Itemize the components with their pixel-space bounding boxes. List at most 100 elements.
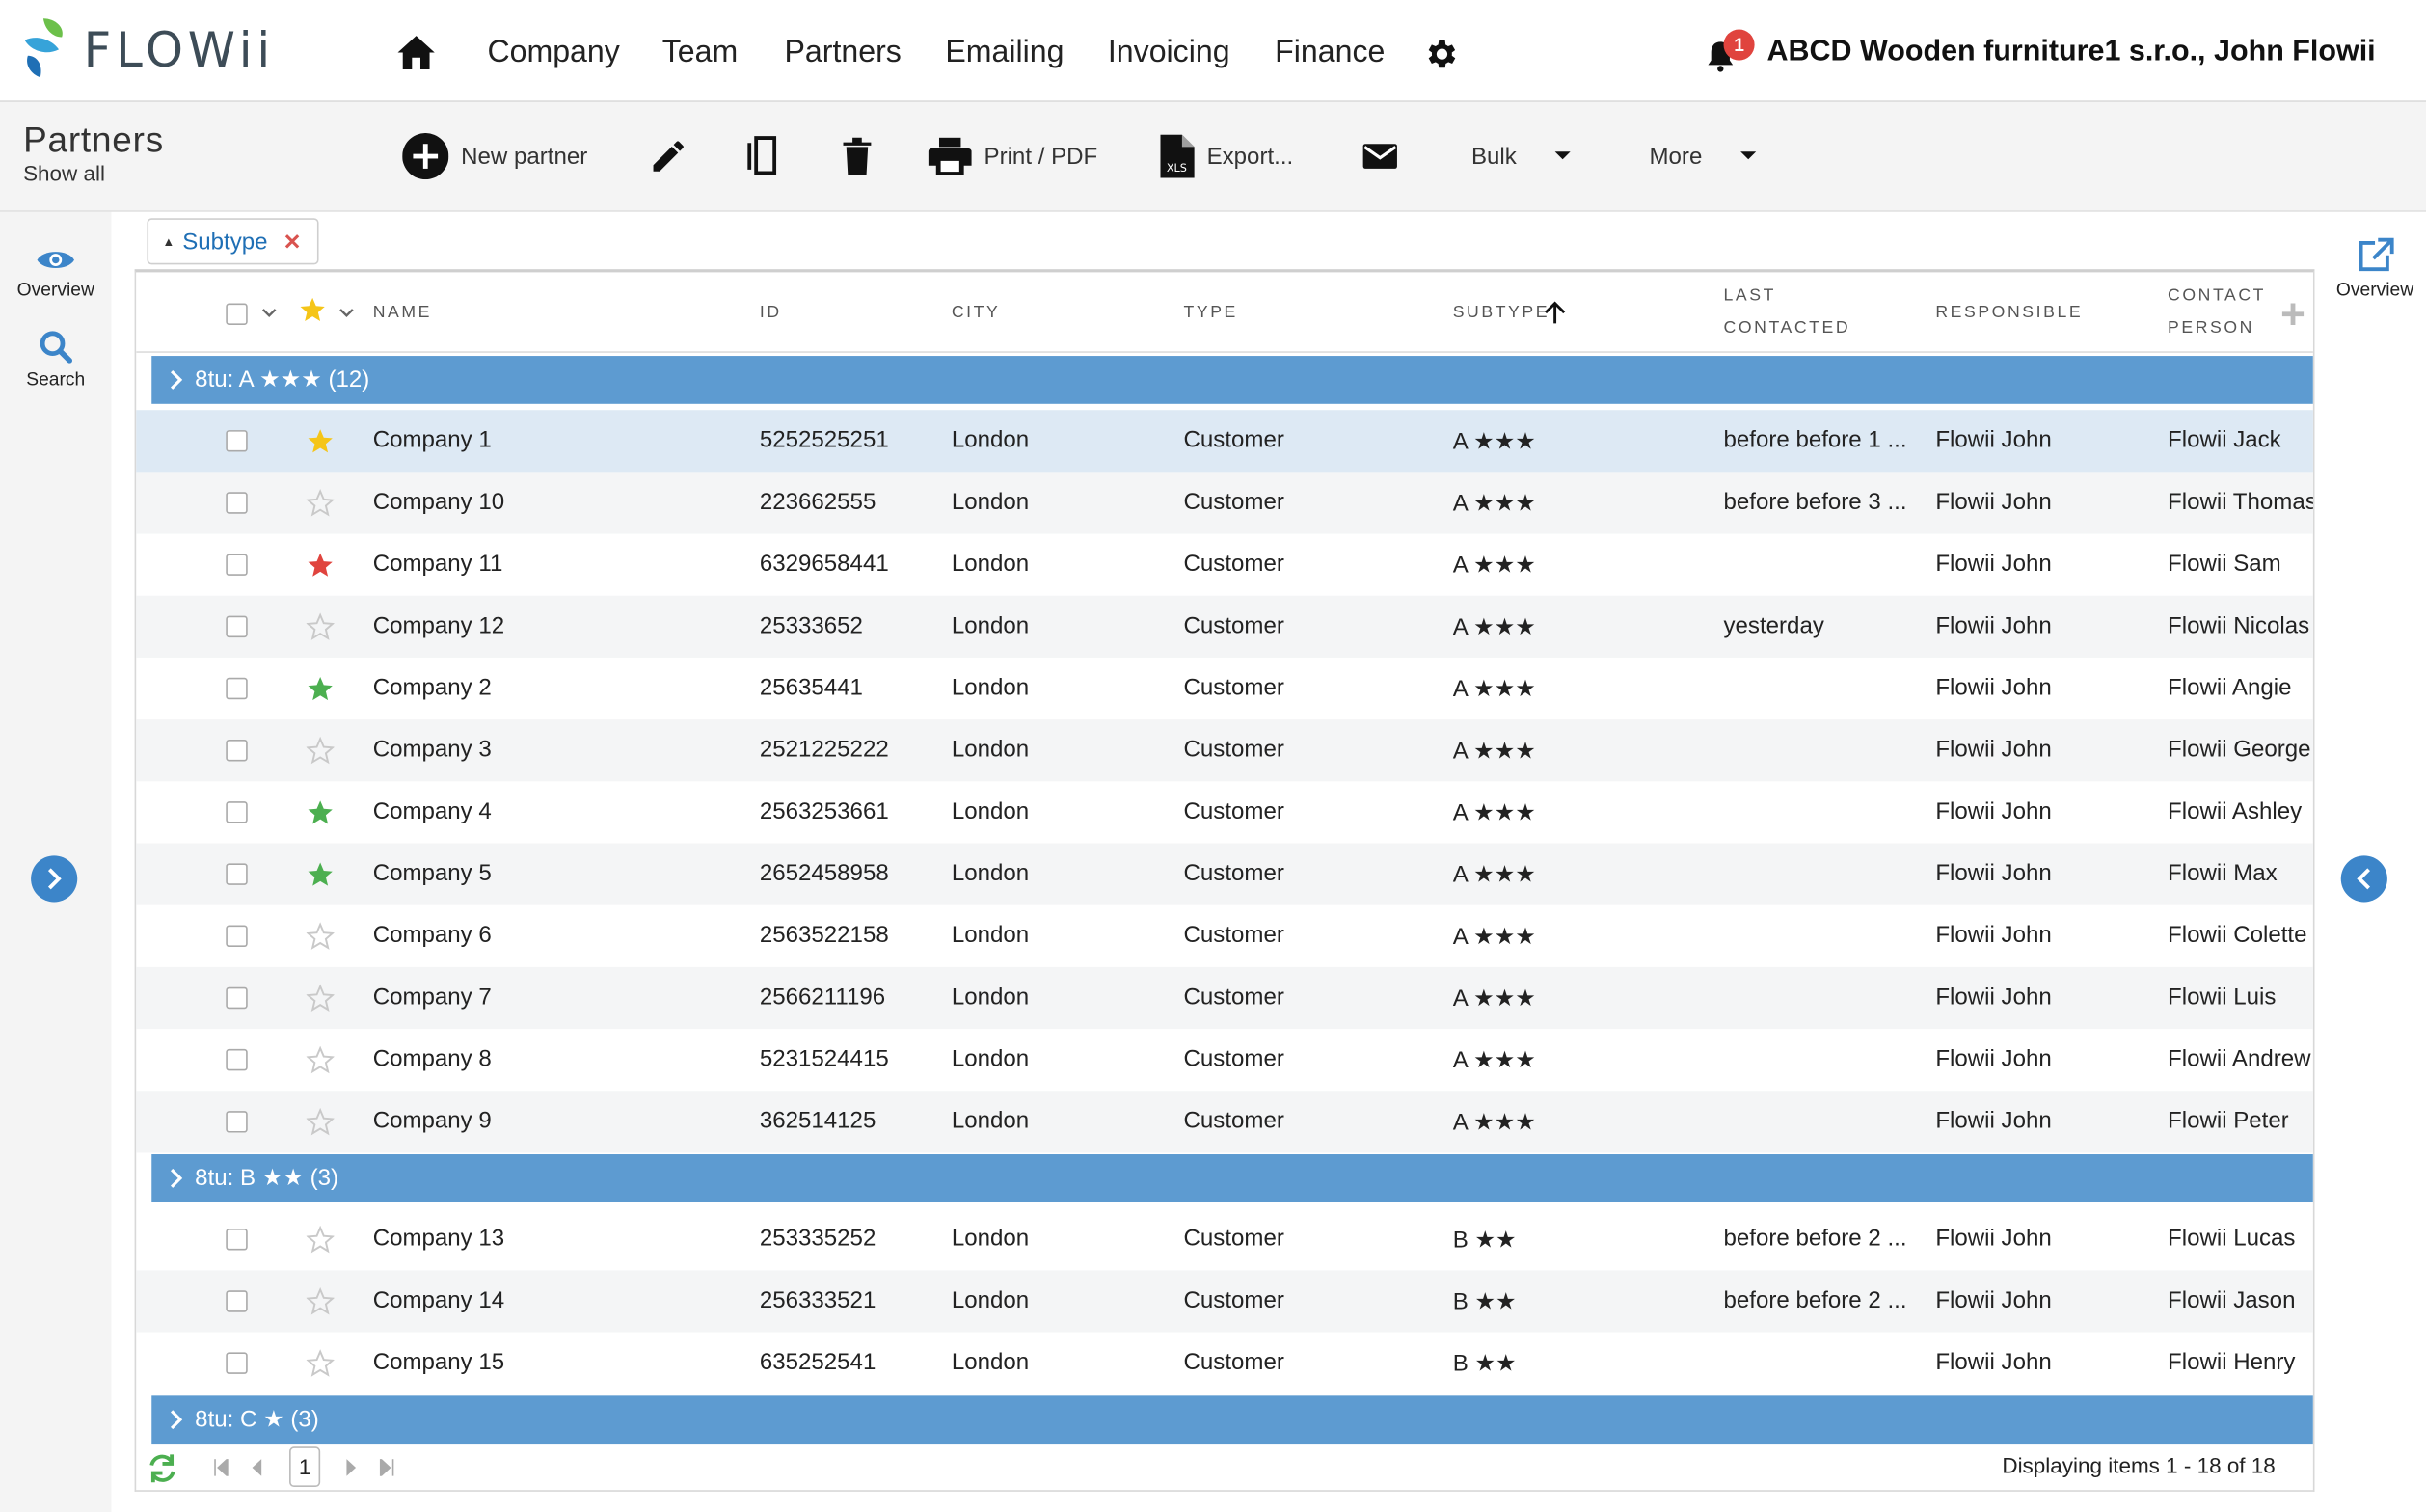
col-name[interactable]: NAME <box>373 304 432 322</box>
nav-invoicing[interactable]: Invoicing <box>1108 36 1230 71</box>
table-row[interactable]: Company 2 25635441 London Customer A ★★★ Flow… <box>136 658 2313 719</box>
col-contact-person-line2[interactable]: PERSON <box>2168 319 2254 338</box>
group-header[interactable]: 8tu: C ★ (3) <box>151 1395 2313 1444</box>
star-outline-icon[interactable] <box>306 922 335 950</box>
table-row[interactable]: Company 14 256333521 London Customer B ★★ bef… <box>136 1270 2313 1333</box>
page-subtitle[interactable]: Show all <box>23 161 105 186</box>
row-checkbox[interactable] <box>226 1228 248 1251</box>
chevron-down-icon[interactable] <box>338 308 354 318</box>
table-row[interactable]: Company 11 6329658441 London Customer A ★★★ F… <box>136 534 2313 596</box>
group-by-chip[interactable]: ▲ Subtype ✕ <box>147 218 319 265</box>
new-partner-button[interactable]: New partner <box>402 130 587 183</box>
row-checkbox[interactable] <box>226 492 248 514</box>
table-row[interactable]: Company 10 223662555 London Customer A ★★★ be… <box>136 472 2313 534</box>
nav-team[interactable]: Team <box>662 36 738 71</box>
select-all-checkbox[interactable] <box>226 303 248 325</box>
row-checkbox[interactable] <box>226 430 248 452</box>
row-checkbox[interactable] <box>226 677 248 700</box>
chevron-down-icon[interactable] <box>261 308 277 318</box>
left-sidebar: Overview Search <box>0 211 112 1512</box>
gear-icon[interactable] <box>1423 36 1461 73</box>
nav-finance[interactable]: Finance <box>1275 36 1385 71</box>
email-button[interactable] <box>1361 130 1399 183</box>
col-id[interactable]: ID <box>760 304 782 322</box>
star-green-icon[interactable] <box>307 675 335 703</box>
bulk-dropdown[interactable]: Bulk <box>1459 130 1572 183</box>
row-checkbox[interactable] <box>226 1352 248 1374</box>
table-row[interactable]: Company 1 5252525251 London Customer A ★★★ be… <box>136 410 2313 472</box>
first-page-icon[interactable] <box>213 1459 229 1476</box>
table-row[interactable]: Company 15 635252541 London Customer B ★★ Flo… <box>136 1333 2313 1394</box>
row-checkbox[interactable] <box>226 1048 248 1071</box>
star-outline-icon[interactable] <box>306 984 335 1012</box>
sidebar-search[interactable]: Search <box>0 330 112 390</box>
expand-left-panel-button[interactable] <box>31 855 78 903</box>
pagination-summary: Displaying items 1 - 18 of 18 <box>2002 1452 2276 1478</box>
table-row[interactable]: Company 3 2521225222 London Customer A ★★★ Fl… <box>136 719 2313 782</box>
col-contact-person-line1[interactable]: CONTACT <box>2168 286 2266 305</box>
delete-button[interactable] <box>839 130 876 183</box>
home-icon[interactable] <box>396 34 437 71</box>
row-checkbox[interactable] <box>226 1111 248 1133</box>
row-checkbox[interactable] <box>226 801 248 824</box>
row-checkbox[interactable] <box>226 1290 248 1312</box>
row-checkbox[interactable] <box>226 863 248 885</box>
sidebar-overview[interactable]: Overview <box>0 246 112 300</box>
account-name[interactable]: ABCD Wooden furniture1 s.r.o., John Flow… <box>1766 36 2375 69</box>
group-header[interactable]: 8tu: A ★★★ (12) <box>151 356 2313 404</box>
page-number-input[interactable]: 1 <box>289 1446 321 1488</box>
col-responsible[interactable]: RESPONSIBLE <box>1935 304 2083 322</box>
flowii-logo[interactable]: FLOWii <box>21 15 270 84</box>
row-checkbox[interactable] <box>226 615 248 638</box>
table-row[interactable]: Company 8 5231524415 London Customer A ★★★ Fl… <box>136 1029 2313 1091</box>
export-button[interactable]: XLS Export... <box>1160 130 1293 183</box>
table-row[interactable]: Company 7 2566211196 London Customer A ★★★ Fl… <box>136 966 2313 1030</box>
table-row[interactable]: Company 5 2652458958 London Customer A ★★★ Fl… <box>136 843 2313 905</box>
nav-partners[interactable]: Partners <box>785 36 902 71</box>
col-city[interactable]: CITY <box>952 304 1000 322</box>
star-outline-icon[interactable] <box>306 1107 335 1136</box>
row-checkbox[interactable] <box>226 739 248 762</box>
prev-page-icon[interactable] <box>251 1459 263 1476</box>
star-outline-icon[interactable] <box>306 1349 335 1377</box>
star-outline-icon[interactable] <box>306 489 335 517</box>
row-checkbox[interactable] <box>226 925 248 948</box>
col-last-contacted-line2[interactable]: CONTACTED <box>1724 319 1851 338</box>
star-outline-icon[interactable] <box>306 1287 335 1315</box>
star-outline-icon[interactable] <box>306 736 335 765</box>
right-overview-button[interactable]: Overview <box>2321 237 2426 300</box>
star-red-icon[interactable] <box>307 551 335 579</box>
copy-button[interactable] <box>742 130 783 183</box>
edit-button[interactable] <box>648 130 688 183</box>
cell-name: Company 7 <box>372 984 492 1011</box>
table-row[interactable]: Company 9 362514125 London Customer A ★★★ Flo… <box>136 1091 2313 1153</box>
table-row[interactable]: Company 12 25333652 London Customer A ★★★ yes… <box>136 595 2313 658</box>
star-outline-icon[interactable] <box>306 1225 335 1254</box>
remove-group-icon[interactable]: ✕ <box>283 229 302 255</box>
col-type[interactable]: TYPE <box>1184 304 1238 322</box>
row-checkbox[interactable] <box>226 554 248 576</box>
table-row[interactable]: Company 6 2563522158 London Customer A ★★★ Fl… <box>136 905 2313 967</box>
table-row[interactable]: Company 4 2563253661 London Customer A ★★★ Fl… <box>136 781 2313 843</box>
more-dropdown[interactable]: More <box>1637 130 1758 183</box>
table-row[interactable]: Company 13 253335252 London Customer B ★★ bef… <box>136 1208 2313 1270</box>
nav-emailing[interactable]: Emailing <box>945 36 1064 71</box>
print-pdf-button[interactable]: Print / PDF <box>928 130 1097 183</box>
star-green-icon[interactable] <box>307 860 335 888</box>
star-green-icon[interactable] <box>307 798 335 826</box>
col-subtype[interactable]: SUBTYPE <box>1453 304 1550 322</box>
nav-company[interactable]: Company <box>487 36 619 71</box>
sort-arrow-up-icon[interactable] <box>1544 300 1566 325</box>
col-last-contacted-line1[interactable]: LAST <box>1724 286 1776 305</box>
star-yellow-icon[interactable] <box>307 427 335 455</box>
next-page-icon[interactable] <box>345 1459 358 1476</box>
star-filter-icon[interactable] <box>299 295 327 323</box>
row-checkbox[interactable] <box>226 986 248 1010</box>
add-column-icon[interactable] <box>2281 303 2305 325</box>
last-page-icon[interactable] <box>379 1459 394 1476</box>
star-outline-icon[interactable] <box>306 1045 335 1074</box>
collapse-right-panel-button[interactable] <box>2340 855 2387 903</box>
refresh-icon[interactable] <box>147 1453 177 1484</box>
star-outline-icon[interactable] <box>306 612 335 640</box>
group-header[interactable]: 8tu: B ★★ (3) <box>151 1154 2313 1202</box>
